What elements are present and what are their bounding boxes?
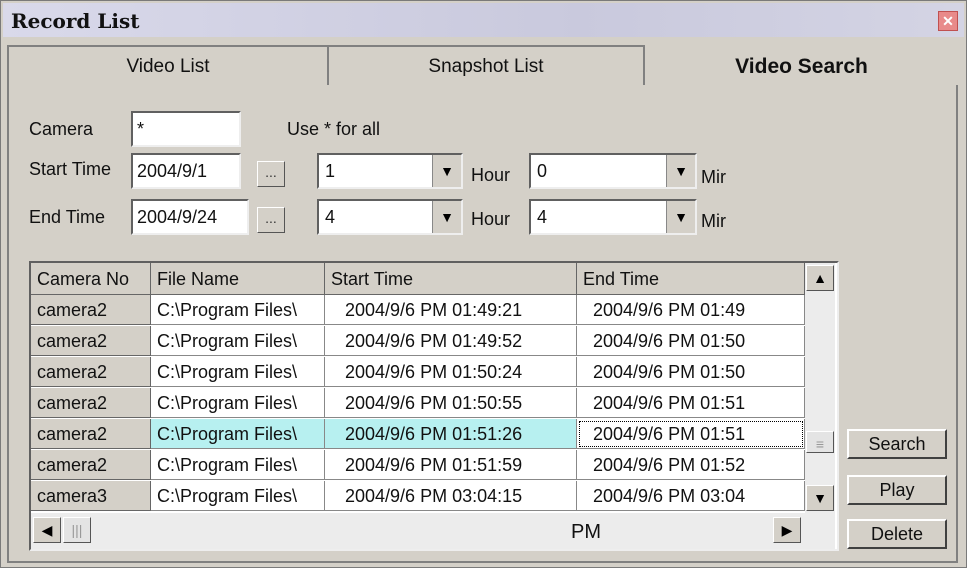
- table-cell-file[interactable]: C:\Program Files\: [151, 450, 325, 480]
- start-date-input[interactable]: 2004/9/1: [131, 153, 241, 189]
- play-button[interactable]: Play: [847, 475, 947, 505]
- end-hour-value: 4: [325, 207, 336, 227]
- start-date-picker-button[interactable]: ...: [257, 161, 285, 187]
- title-bar[interactable]: Record List ✕: [3, 3, 964, 37]
- column-header-camera[interactable]: Camera No: [31, 263, 151, 295]
- camera-label: Camera: [29, 119, 94, 139]
- scroll-left-icon[interactable]: ◀: [33, 517, 61, 543]
- table-cell-end[interactable]: 2004/9/6 PM 01:51: [577, 419, 805, 449]
- column-header-file[interactable]: File Name: [151, 263, 325, 295]
- partial-cell-text: PM: [571, 521, 601, 543]
- start-min-label: Mir: [701, 167, 726, 187]
- table-cell-file[interactable]: C:\Program Files\: [151, 357, 325, 387]
- vertical-scrollbar[interactable]: ▲ ≡ ▼: [805, 263, 835, 513]
- chevron-down-icon[interactable]: ▼: [666, 155, 695, 187]
- start-hour-label: Hour: [471, 165, 511, 185]
- table-cell-end[interactable]: 2004/9/6 PM 01:52: [577, 450, 805, 480]
- end-min-label: Mir: [701, 211, 726, 231]
- start-min-value: 0: [537, 161, 548, 181]
- row-header-camera[interactable]: camera2: [31, 295, 151, 325]
- table-cell-file[interactable]: C:\Program Files\: [151, 295, 325, 325]
- chevron-down-icon[interactable]: ▼: [432, 201, 461, 233]
- row-header-camera[interactable]: camera2: [31, 419, 151, 449]
- table-cell-start[interactable]: 2004/9/6 PM 01:49:21: [325, 295, 577, 325]
- start-hour-select[interactable]: 1 ▼: [317, 153, 463, 189]
- table-cell-end[interactable]: 2004/9/6 PM 01:50: [577, 357, 805, 387]
- table-cell-start[interactable]: 2004/9/6 PM 01:51:26: [325, 419, 577, 449]
- row-header-camera[interactable]: camera2: [31, 388, 151, 418]
- end-hour-select[interactable]: 4 ▼: [317, 199, 463, 235]
- chevron-down-icon[interactable]: ▼: [432, 155, 461, 187]
- end-time-label: End Time: [29, 207, 106, 227]
- record-grid[interactable]: Camera No File Name Start Time End Time …: [29, 261, 839, 551]
- camera-input[interactable]: *: [131, 111, 241, 147]
- scroll-right-icon[interactable]: ▶: [773, 517, 801, 543]
- row-header-camera[interactable]: camera2: [31, 450, 151, 480]
- start-min-select[interactable]: 0 ▼: [529, 153, 697, 189]
- table-cell-start[interactable]: 2004/9/6 PM 01:51:59: [325, 450, 577, 480]
- close-icon[interactable]: ✕: [938, 11, 958, 31]
- window-title: Record List: [11, 9, 140, 33]
- tab-snapshot-list[interactable]: Snapshot List: [327, 45, 645, 85]
- table-cell-start[interactable]: 2004/9/6 PM 03:04:15: [325, 481, 577, 511]
- column-header-end[interactable]: End Time: [577, 263, 805, 295]
- table-cell-file[interactable]: C:\Program Files\: [151, 388, 325, 418]
- end-hour-label: Hour: [471, 209, 511, 229]
- table-cell-start[interactable]: 2004/9/6 PM 01:49:52: [325, 326, 577, 356]
- record-list-window: Record List ✕ Video List Snapshot List V…: [0, 0, 967, 568]
- scroll-thumb[interactable]: ≡: [806, 431, 834, 453]
- row-header-camera[interactable]: camera3: [31, 481, 151, 511]
- column-header-start[interactable]: Start Time: [325, 263, 577, 295]
- table-cell-end[interactable]: 2004/9/6 PM 01:51: [577, 388, 805, 418]
- search-button[interactable]: Search: [847, 429, 947, 459]
- chevron-down-icon[interactable]: ▼: [666, 201, 695, 233]
- end-date-picker-button[interactable]: ...: [257, 207, 285, 233]
- end-date-input[interactable]: 2004/9/24: [131, 199, 249, 235]
- table-cell-file[interactable]: C:\Program Files\: [151, 419, 325, 449]
- table-cell-end[interactable]: 2004/9/6 PM 01:50: [577, 326, 805, 356]
- start-time-label: Start Time: [29, 159, 112, 179]
- end-min-select[interactable]: 4 ▼: [529, 199, 697, 235]
- delete-button[interactable]: Delete: [847, 519, 947, 549]
- row-header-camera[interactable]: camera2: [31, 326, 151, 356]
- table-cell-end[interactable]: 2004/9/6 PM 03:04: [577, 481, 805, 511]
- hscroll-thumb[interactable]: |||: [63, 517, 91, 543]
- row-header-camera[interactable]: camera2: [31, 357, 151, 387]
- horizontal-scrollbar[interactable]: ◀ ||| PM ▶: [31, 513, 835, 549]
- table-cell-start[interactable]: 2004/9/6 PM 01:50:24: [325, 357, 577, 387]
- scroll-up-icon[interactable]: ▲: [806, 265, 834, 291]
- start-hour-value: 1: [325, 161, 336, 181]
- end-min-value: 4: [537, 207, 548, 227]
- tab-video-search[interactable]: Video Search: [645, 45, 958, 89]
- table-cell-end[interactable]: 2004/9/6 PM 01:49: [577, 295, 805, 325]
- tab-video-list[interactable]: Video List: [7, 45, 329, 85]
- table-cell-file[interactable]: C:\Program Files\: [151, 326, 325, 356]
- camera-hint: Use * for all: [287, 119, 381, 139]
- table-cell-file[interactable]: C:\Program Files\: [151, 481, 325, 511]
- scroll-down-icon[interactable]: ▼: [806, 485, 834, 511]
- table-cell-start[interactable]: 2004/9/6 PM 01:50:55: [325, 388, 577, 418]
